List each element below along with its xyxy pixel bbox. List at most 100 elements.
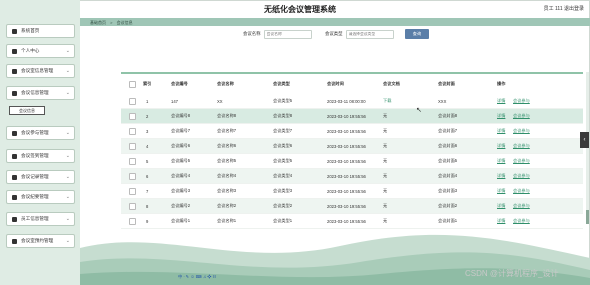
row-checkbox[interactable] — [129, 217, 136, 225]
table-cell: 无 — [383, 188, 388, 193]
detail-link[interactable]: 详情 — [497, 203, 505, 209]
sidebar-item-8[interactable]: 会议记录管理 ⌄ — [6, 170, 75, 184]
table-row[interactable]: 5 会议编号5 会议名称5 会议类型5 2023-03-10 19:55:56 无 会议封面… — [121, 154, 583, 169]
table-cell: 5 — [146, 158, 149, 164]
chevron-down-icon: ⌄ — [65, 238, 70, 244]
join-meeting-link[interactable]: 会议参与 — [513, 128, 530, 134]
table-cell: 无 — [383, 143, 388, 148]
detail-link[interactable]: 详情 — [497, 188, 505, 194]
join-meeting-link[interactable]: 会议参与 — [513, 158, 530, 164]
chevron-down-icon: ⌄ — [65, 130, 70, 136]
breadcrumb: 基础首页 > 会议信息 — [90, 19, 133, 25]
join-meeting-link[interactable]: 会议参与 — [513, 98, 530, 104]
column-header: 会议文档 — [383, 81, 400, 86]
column-header: 操作 — [497, 81, 506, 86]
table-row[interactable]: 2 会议编号8 会议名称8 会议类型8 2023-03-10 19:55:56 无 会议封面… — [121, 109, 583, 124]
staff-icon — [12, 216, 17, 222]
minutes-icon — [12, 194, 17, 200]
sidebar-item-label: 会议参与管理 — [21, 130, 49, 135]
breadcrumb-home[interactable]: 基础首页 — [90, 20, 106, 25]
search-button[interactable]: 查询 — [405, 29, 429, 39]
detail-link[interactable]: 详情 — [497, 98, 505, 104]
join-meeting-link[interactable]: 会议参与 — [513, 218, 530, 224]
table-row[interactable]: 9 会议编号1 会议名称1 会议类型1 2023-03-10 19:55:56 无 会议封面… — [121, 214, 583, 229]
page-title: 无纸化会议管理系统 — [264, 5, 336, 14]
detail-link[interactable]: 详情 — [497, 158, 505, 164]
join-meeting-link[interactable]: 会议参与 — [513, 113, 530, 119]
table-cell: 会议封面1 — [438, 218, 458, 223]
ime-toolbar[interactable]: 中 ∙ ✎ ☺ ⌨ ♫ ❖ ☷ — [178, 274, 216, 280]
table-cell: 会议类型5 — [273, 158, 293, 163]
row-checkbox[interactable] — [129, 112, 136, 120]
join-meeting-link[interactable]: 会议参与 — [513, 143, 530, 149]
person-icon — [12, 48, 17, 54]
detail-link[interactable]: 详情 — [497, 113, 505, 119]
join-meeting-link[interactable]: 会议参与 — [513, 203, 530, 209]
table-cell: 会议封面2 — [438, 203, 458, 208]
sidebar-item-9[interactable]: 会议纪要管理 ⌄ — [6, 190, 75, 204]
table-cell: XXX — [438, 98, 447, 104]
row-checkbox[interactable] — [129, 202, 136, 210]
sidebar-item-3[interactable]: 会议室信息管理 ⌄ — [6, 64, 75, 78]
sidebar-item-label: 会议信息 — [19, 107, 35, 113]
download-link[interactable]: 下载 — [383, 98, 391, 104]
row-checkbox[interactable] — [129, 157, 136, 165]
type-search: 会议类型 — [325, 28, 394, 40]
join-icon — [12, 130, 17, 136]
table-cell: 会议类型8 — [273, 113, 293, 118]
home-icon — [12, 28, 17, 34]
room-icon — [12, 68, 17, 74]
detail-link[interactable]: 详情 — [497, 218, 505, 224]
table-row[interactable]: 6 会议编号4 会议名称4 会议类型4 2023-03-10 19:55:56 无 会议封面… — [121, 169, 583, 184]
column-header: 会议类型 — [273, 81, 290, 86]
table-cell: 无 — [383, 203, 388, 208]
chevron-down-icon: ⌄ — [65, 153, 70, 159]
join-meeting-link[interactable]: 会议参与 — [513, 173, 530, 179]
sidebar-item-1[interactable]: 系统首页 — [6, 24, 75, 38]
table-cell: 会议封面7 — [438, 128, 458, 133]
column-header: 会议名称 — [217, 81, 234, 86]
sidebar-item-2[interactable]: 个人中心 ⌄ — [6, 44, 75, 58]
table-row[interactable]: 3 会议编号7 会议名称7 会议类型7 2023-03-10 19:55:56 无 会议封面… — [121, 124, 583, 139]
table-cell: 会议封面6 — [438, 143, 458, 148]
row-checkbox[interactable] — [129, 172, 136, 180]
sidebar-item-11[interactable]: 会议室预约管理 ⌄ — [6, 234, 75, 248]
table-cell: 会议类型1 — [273, 218, 293, 223]
table-row[interactable]: 7 会议编号3 会议名称3 会议类型3 2023-03-10 19:55:56 无 会议封面… — [121, 184, 583, 199]
scrollbar-thumb[interactable] — [586, 210, 589, 224]
table-cell: 2023-03-11 08:00:00 — [327, 98, 366, 104]
table-cell: 会议类型2 — [273, 203, 293, 208]
name-label: 会议名称 — [243, 31, 261, 36]
sidebar-item-5[interactable]: 会议信息 — [9, 106, 45, 115]
table-cell: 无 — [383, 218, 388, 223]
detail-link[interactable]: 详情 — [497, 143, 505, 149]
row-checkbox[interactable] — [129, 127, 136, 135]
chevron-down-icon: ⌄ — [65, 194, 70, 200]
row-checkbox[interactable] — [129, 187, 136, 195]
table-cell: 会议编号6 — [171, 143, 191, 148]
join-meeting-link[interactable]: 会议参与 — [513, 188, 530, 194]
user-menu[interactable]: 员工 111 退出登录 — [544, 5, 584, 12]
table-row[interactable]: 4 会议编号6 会议名称6 会议类型6 2023-03-10 19:55:56 无 会议封面… — [121, 139, 583, 154]
table-row[interactable]: 1 147 XX 会议类型5 2023-03-11 08:00:00 下载 XXX 详情 会议参… — [121, 94, 583, 109]
table-cell: 会议封面5 — [438, 158, 458, 163]
sidebar-item-label: 会议记录管理 — [21, 174, 49, 179]
select-all-checkbox[interactable] — [129, 80, 136, 88]
type-select[interactable] — [345, 29, 394, 39]
table-cell: 会议编号4 — [171, 173, 191, 178]
column-header: 会议时间 — [327, 81, 344, 86]
sidebar-item-7[interactable]: 会议签到管理 ⌄ — [6, 149, 75, 163]
detail-link[interactable]: 详情 — [497, 173, 505, 179]
sidebar-item-4[interactable]: 会议信息管理 ⌄ — [6, 86, 75, 100]
row-checkbox[interactable] — [129, 97, 136, 105]
sidebar-item-10[interactable]: 员工信息管理 ⌄ — [6, 212, 75, 226]
name-search-input[interactable] — [263, 29, 312, 39]
table-cell: 会议封面8 — [438, 113, 458, 118]
row-checkbox[interactable] — [129, 142, 136, 150]
table-cell: 6 — [146, 173, 149, 179]
table-cell: 2023-03-10 19:55:56 — [327, 158, 366, 164]
table-row[interactable]: 8 会议编号2 会议名称2 会议类型2 2023-03-10 19:55:56 无 会议封面… — [121, 199, 583, 214]
sidebar-item-6[interactable]: 会议参与管理 ⌄ — [6, 126, 75, 140]
collapse-arrow-icon[interactable]: ‹ — [580, 132, 589, 148]
detail-link[interactable]: 详情 — [497, 128, 505, 134]
